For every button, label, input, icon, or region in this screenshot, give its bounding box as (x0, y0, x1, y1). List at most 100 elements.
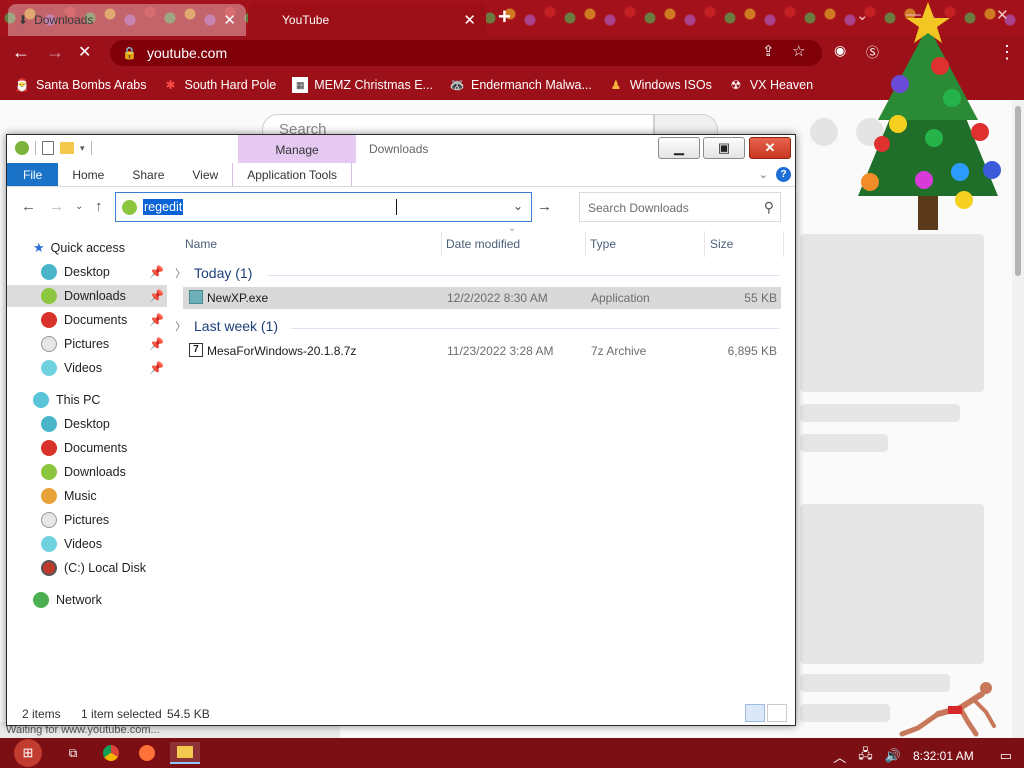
new-tab-button[interactable]: + (498, 6, 511, 28)
large-icons-view-button[interactable] (767, 704, 787, 722)
back-arrow-icon[interactable]: ← (12, 42, 30, 63)
pictures-ornament-icon (41, 512, 57, 528)
task-view-button[interactable]: ⧉ (62, 742, 84, 764)
forward-arrow-icon[interactable]: → (49, 198, 64, 215)
column-header-date-modified[interactable]: Date modified (446, 237, 520, 251)
address-input-value[interactable]: regedit (143, 199, 184, 215)
nav-qa-pictures[interactable]: Pictures (41, 333, 109, 355)
stop-loading-icon[interactable]: ✕ (78, 42, 91, 62)
nav-label: Videos (64, 361, 102, 375)
bookmark-item[interactable]: 🦝 Endermanch Malwa... (449, 77, 592, 93)
nav-pc-documents[interactable]: Documents (41, 437, 127, 459)
nav-this-pc[interactable]: This PC (33, 389, 100, 411)
search-placeholder: Search Downloads (588, 201, 689, 215)
back-arrow-icon[interactable]: ← (21, 198, 36, 215)
nav-qa-downloads[interactable]: Downloads (7, 285, 167, 307)
nav-pc-downloads[interactable]: Downloads (41, 461, 126, 483)
nav-label: (C:) Local Disk (64, 561, 146, 575)
nav-pc-desktop[interactable]: Desktop (41, 413, 110, 435)
notification-icon[interactable]: ▭ (1000, 748, 1012, 764)
nav-label: This PC (56, 393, 101, 407)
new-folder-icon[interactable] (60, 142, 74, 154)
manage-context-tab[interactable]: Manage (238, 135, 356, 163)
ribbon-tabs: File Home Share View Application Tools ⌄… (7, 163, 795, 187)
selection-size: 54.5 KB (167, 707, 210, 721)
show-hidden-icons-chevron-icon[interactable]: ︿ (833, 747, 846, 766)
browser-tab-downloads[interactable]: ⬇ Downloads ✕ (8, 4, 246, 36)
scrollbar-thumb[interactable] (1015, 106, 1021, 276)
bookmark-item[interactable]: ♟ Windows ISOs (608, 77, 711, 93)
nav-network[interactable]: Network (33, 589, 102, 611)
column-divider[interactable] (704, 231, 705, 257)
address-bar[interactable]: 🔒 youtube.com (110, 40, 822, 66)
item-count: 2 items (22, 707, 61, 721)
help-icon[interactable]: ? (776, 167, 791, 182)
network-icon[interactable]: 🖧 (858, 745, 873, 767)
bookmark-item[interactable]: ▦ MEMZ Christmas E... (292, 77, 433, 93)
tab-share[interactable]: Share (118, 163, 178, 186)
column-header-name[interactable]: Name (185, 237, 217, 251)
tab-home[interactable]: Home (58, 163, 118, 186)
clock[interactable]: 8:32:01 AM (913, 749, 974, 763)
tab-application-tools[interactable]: Application Tools (232, 163, 353, 186)
close-button[interactable]: ✕ (749, 137, 791, 159)
close-tab-icon[interactable]: ✕ (223, 11, 236, 29)
details-view-button[interactable] (745, 704, 765, 722)
close-tab-icon[interactable]: ✕ (463, 11, 476, 29)
tab-file[interactable]: File (7, 163, 59, 186)
up-arrow-icon[interactable]: ↑ (95, 198, 103, 215)
navigation-bar: ← → ⌄ ↑ regedit ⌄ → Search Downloads ⚲ (7, 188, 795, 224)
nav-pc-pictures[interactable]: Pictures (41, 509, 109, 531)
column-header-type[interactable]: Type (590, 237, 616, 251)
maximize-button[interactable]: ▣ (703, 137, 745, 159)
tab-view[interactable]: View (178, 163, 232, 186)
nav-pc-local-disk[interactable]: (C:) Local Disk (41, 557, 146, 579)
go-arrow-icon[interactable]: → (537, 198, 552, 215)
forward-arrow-icon[interactable]: → (46, 42, 64, 63)
bookmark-star-icon[interactable]: ☆ (792, 42, 805, 60)
address-bar[interactable]: regedit ⌄ (115, 192, 532, 222)
search-downloads-input[interactable]: Search Downloads ⚲ (579, 192, 781, 222)
expand-ribbon-chevron-icon[interactable]: ⌄ (759, 168, 768, 181)
nav-label: Quick access (50, 241, 125, 255)
nav-pc-music[interactable]: Music (41, 485, 97, 507)
start-button[interactable]: ⊞ (14, 739, 42, 767)
firefox-taskbar-button[interactable] (136, 742, 158, 764)
divider (90, 141, 92, 155)
nav-qa-videos[interactable]: Videos (41, 357, 102, 379)
explorer-taskbar-button[interactable] (170, 742, 200, 764)
column-divider[interactable] (585, 231, 586, 257)
file-row[interactable]: 7 MesaForWindows-20.1.8.7z 11/23/2022 3:… (183, 340, 781, 362)
pin-icon[interactable]: 📌 (149, 313, 164, 327)
page-scrollbar[interactable] (1012, 100, 1024, 738)
bookmark-label: Endermanch Malwa... (470, 78, 592, 92)
column-divider[interactable] (783, 231, 784, 257)
column-header-size[interactable]: Size (710, 237, 733, 251)
music-ornament-icon (41, 488, 57, 504)
chrome-taskbar-button[interactable] (100, 742, 122, 764)
minimize-button[interactable]: ▁ (658, 137, 700, 159)
group-header-today[interactable]: 〉 Today (1) (175, 265, 252, 281)
customize-toolbar-icon[interactable]: ▾ (80, 143, 85, 154)
properties-icon[interactable] (42, 141, 54, 155)
share-icon[interactable]: ⇪ (762, 42, 775, 60)
bookmark-item[interactable]: 🎅 Santa Bombs Arabs (14, 77, 147, 93)
pin-icon[interactable]: 📌 (149, 265, 164, 279)
nav-pc-videos[interactable]: Videos (41, 533, 102, 555)
pin-icon[interactable]: 📌 (149, 361, 164, 375)
file-row[interactable]: NewXP.exe 12/2/2022 8:30 AM Application … (183, 287, 781, 309)
pin-icon[interactable]: 📌 (149, 289, 164, 303)
this-pc-ornament-icon (33, 392, 49, 408)
browser-tab-youtube[interactable]: YouTube ✕ (248, 4, 486, 36)
bookmark-item[interactable]: ✱ South Hard Pole (162, 77, 276, 93)
pin-icon[interactable]: 📌 (149, 337, 164, 351)
bookmark-item[interactable]: ☢ VX Heaven (728, 77, 813, 93)
address-history-dropdown-icon[interactable]: ⌄ (513, 199, 523, 213)
volume-icon[interactable]: 🔊 (885, 748, 901, 764)
column-divider[interactable] (441, 231, 442, 257)
extension-flag-icon[interactable]: ◉ (834, 42, 846, 59)
nav-qa-documents[interactable]: Documents (41, 309, 127, 331)
recent-locations-chevron-icon[interactable]: ⌄ (75, 201, 83, 212)
nav-quick-access[interactable]: ★ Quick access (33, 237, 125, 259)
group-header-last-week[interactable]: 〉 Last week (1) (175, 318, 278, 334)
